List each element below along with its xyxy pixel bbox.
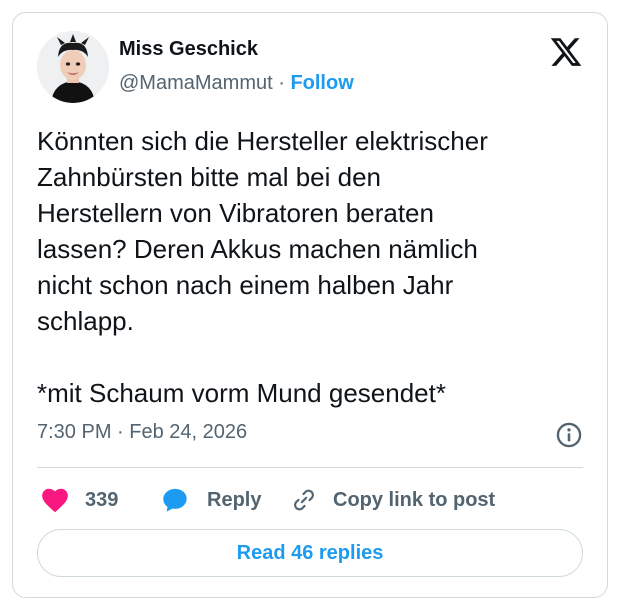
tweet-text: Könnten sich die Hersteller elektrischer… bbox=[37, 126, 488, 408]
x-logo-icon[interactable] bbox=[549, 35, 583, 69]
copy-link-label: Copy link to post bbox=[333, 488, 496, 511]
read-replies-button[interactable]: Read 46 replies bbox=[37, 529, 583, 577]
tweet-card: Miss Geschick @MamaMammut · Follow Könnt… bbox=[12, 12, 608, 598]
divider bbox=[37, 467, 583, 468]
tweet-timestamp[interactable]: 7:30 PM · Feb 24, 2026 bbox=[37, 421, 247, 444]
speech-bubble-icon bbox=[163, 488, 187, 512]
author-handle-line: @MamaMammut · Follow bbox=[119, 72, 354, 95]
author-handle[interactable]: @MamaMammut bbox=[119, 72, 273, 94]
author-name[interactable]: Miss Geschick bbox=[119, 38, 258, 61]
follow-button[interactable]: Follow bbox=[290, 72, 353, 94]
reply-button[interactable]: Reply bbox=[161, 483, 261, 517]
avatar[interactable] bbox=[37, 31, 109, 103]
link-icon bbox=[294, 489, 314, 511]
info-icon[interactable] bbox=[555, 421, 583, 449]
reply-label: Reply bbox=[207, 488, 262, 511]
handle-separator: · bbox=[272, 72, 291, 94]
like-count: 339 bbox=[85, 488, 119, 511]
like-button[interactable]: 339 bbox=[41, 483, 118, 517]
heart-icon bbox=[42, 488, 68, 513]
copy-link-button[interactable]: Copy link to post bbox=[291, 483, 495, 517]
